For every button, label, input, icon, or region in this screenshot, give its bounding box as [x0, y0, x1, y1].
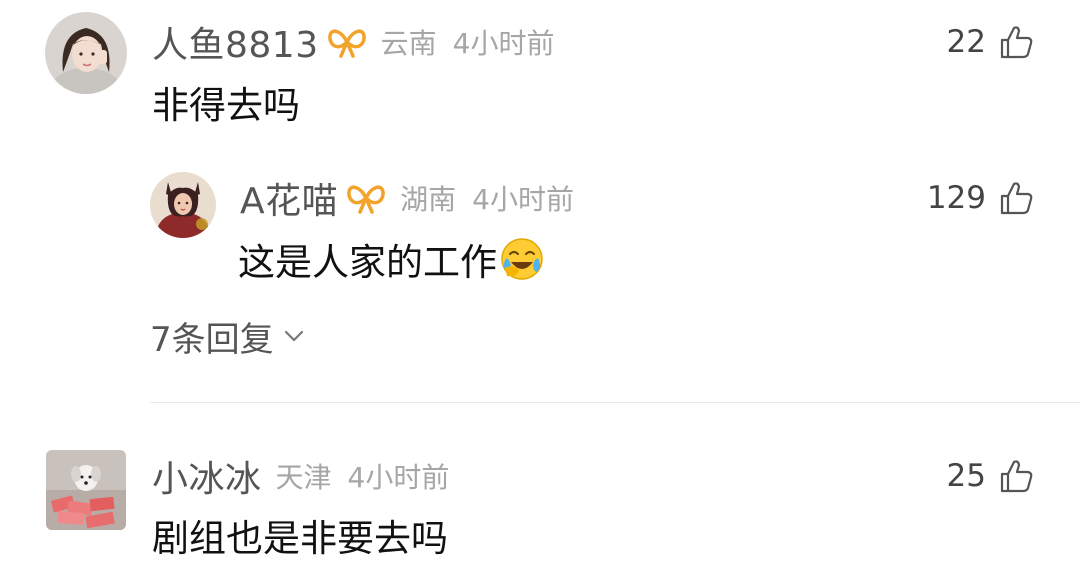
like-count: 25	[946, 458, 986, 494]
avatar[interactable]	[45, 12, 127, 94]
crying-laughing-face-emoji-icon	[499, 236, 545, 282]
reply-username[interactable]: A花喵	[240, 172, 338, 224]
comment-list: 人鱼8813 云南 4小时前 22 非得去吗 A花喵 湖南 4小时前 129 这…	[0, 0, 1080, 587]
like-button[interactable]: 25	[947, 454, 1034, 498]
reply-meta: A花喵 湖南 4小时前	[240, 176, 574, 222]
username[interactable]: 人鱼8813	[152, 16, 319, 68]
comment-text: 剧组也是非要去吗	[152, 510, 448, 560]
comment-text: 非得去吗	[152, 78, 300, 127]
view-replies-link[interactable]: 7条回复	[150, 312, 306, 361]
comment-meta: 小冰冰 天津 4小时前	[152, 454, 450, 500]
reply-text: 这是人家的工作	[238, 234, 545, 284]
reply-location: 湖南	[400, 183, 457, 216]
reply-body: 这是人家的工作	[238, 241, 497, 284]
chevron-down-icon	[282, 317, 306, 357]
thumbs-up-icon[interactable]	[998, 180, 1034, 216]
like-count: 22	[946, 24, 986, 60]
avatar-cartoon-photo-icon	[150, 172, 216, 238]
location: 云南	[380, 27, 437, 60]
divider	[150, 402, 1080, 403]
comment-body: 非得去吗	[152, 84, 300, 127]
comment-body: 剧组也是非要去吗	[152, 517, 448, 560]
reply-like-button[interactable]: 129	[927, 176, 1034, 220]
reply-timestamp: 4小时前	[472, 183, 574, 216]
avatar-girl-photo-icon	[45, 12, 127, 94]
avatar[interactable]	[46, 450, 126, 530]
vip-badge-icon	[327, 26, 367, 58]
thumbs-up-icon[interactable]	[998, 458, 1034, 494]
replies-count-label: 7条回复	[150, 320, 274, 360]
comment-meta: 人鱼8813 云南 4小时前	[152, 20, 555, 66]
reply-like-count: 129	[926, 180, 986, 216]
like-button[interactable]: 22	[947, 20, 1034, 64]
timestamp: 4小时前	[347, 461, 450, 494]
avatar-dog-money-photo-icon	[46, 450, 126, 530]
timestamp: 4小时前	[452, 27, 555, 60]
location: 天津	[275, 461, 332, 494]
vip-badge-icon	[346, 182, 386, 214]
reply-avatar[interactable]	[150, 172, 216, 238]
username[interactable]: 小冰冰	[152, 450, 262, 502]
thumbs-up-icon[interactable]	[998, 24, 1034, 60]
